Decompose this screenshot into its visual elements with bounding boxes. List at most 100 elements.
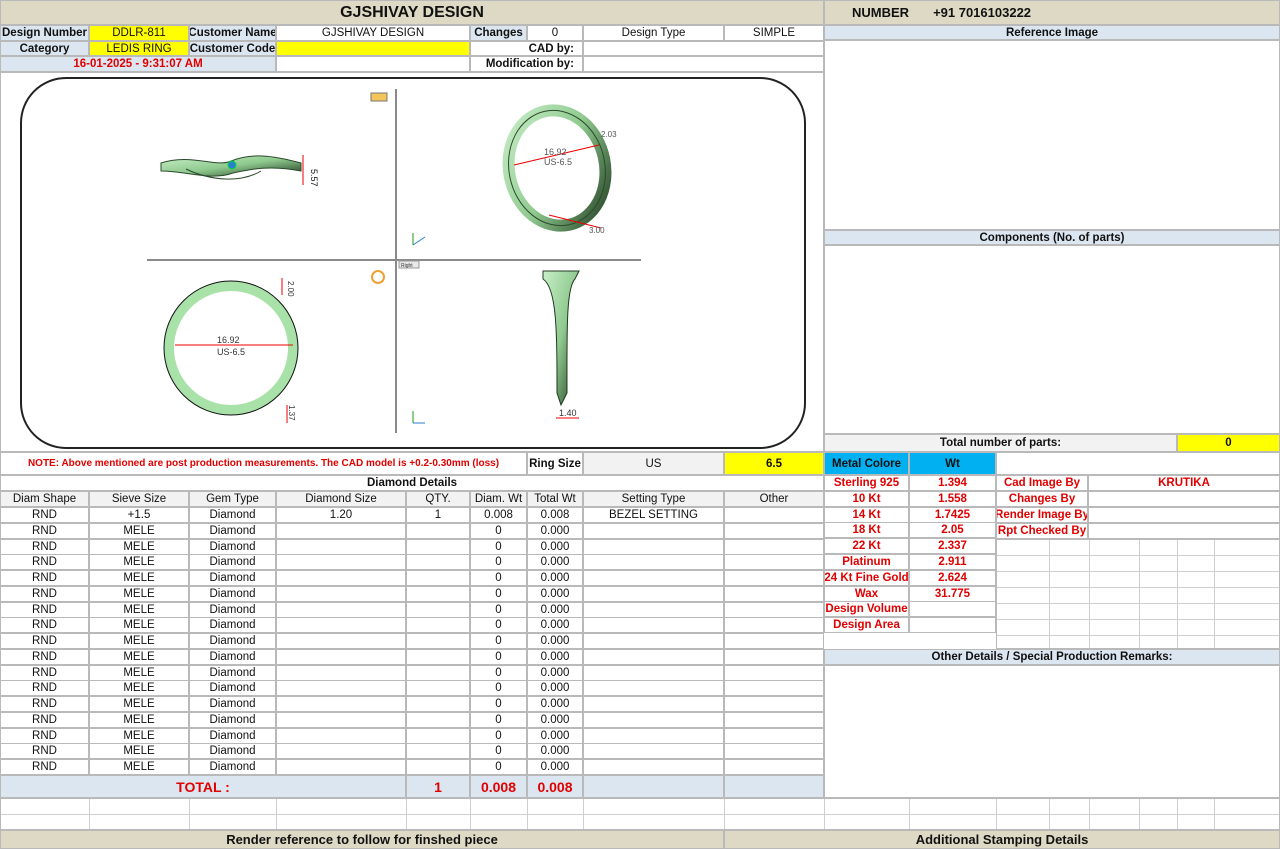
diamond-cell-qty[interactable]	[406, 711, 470, 728]
diamond-cell-sieve-size[interactable]: MELE	[89, 680, 189, 697]
diamond-cell-diam-wt[interactable]: 0	[470, 664, 527, 681]
diamond-cell-diam-wt[interactable]: 0	[470, 680, 527, 697]
diamond-cell-setting-type[interactable]	[583, 759, 724, 775]
diamond-cell-qty[interactable]	[406, 696, 470, 712]
diamond-cell-diam-shape[interactable]: RND	[0, 507, 89, 523]
diamond-cell-setting-type[interactable]	[583, 743, 724, 760]
diamond-cell-gem-type[interactable]: Diamond	[189, 570, 276, 586]
diamond-cell-sieve-size[interactable]: MELE	[89, 633, 189, 649]
diamond-cell-diamond-size[interactable]	[276, 648, 406, 665]
diamond-cell-gem-type[interactable]: Diamond	[189, 507, 276, 523]
diamond-cell-sieve-size[interactable]: MELE	[89, 743, 189, 760]
diamond-cell-other[interactable]	[724, 743, 824, 760]
diamond-cell-diam-shape[interactable]: RND	[0, 601, 89, 618]
diamond-cell-gem-type[interactable]: Diamond	[189, 743, 276, 760]
diamond-cell-other[interactable]	[724, 759, 824, 775]
customer-name-value[interactable]: GJSHIVAY DESIGN	[276, 25, 470, 41]
diamond-cell-diamond-size[interactable]	[276, 554, 406, 571]
metal-weight[interactable]: 2.337	[909, 538, 996, 555]
diamond-cell-diamond-size[interactable]	[276, 633, 406, 649]
diamond-cell-qty[interactable]	[406, 759, 470, 775]
diamond-cell-sieve-size[interactable]: MELE	[89, 538, 189, 555]
diamond-cell-sieve-size[interactable]: MELE	[89, 696, 189, 712]
diamond-cell-diamond-size[interactable]	[276, 696, 406, 712]
metal-weight[interactable]: 1.558	[909, 490, 996, 507]
diamond-cell-other[interactable]	[724, 664, 824, 681]
diamond-cell-diam-wt[interactable]: 0	[470, 648, 527, 665]
diamond-cell-qty[interactable]	[406, 727, 470, 744]
diamond-cell-diamond-size[interactable]	[276, 680, 406, 697]
category-value[interactable]: LEDIS RING	[89, 41, 189, 56]
diamond-cell-other[interactable]	[724, 680, 824, 697]
modification-value[interactable]	[583, 56, 824, 72]
diamond-cell-total-wt[interactable]: 0.000	[527, 601, 583, 618]
diamond-cell-setting-type[interactable]	[583, 664, 724, 681]
diamond-cell-other[interactable]	[724, 648, 824, 665]
diamond-cell-setting-type[interactable]	[583, 522, 724, 539]
diamond-cell-other[interactable]	[724, 554, 824, 571]
diamond-cell-qty[interactable]	[406, 680, 470, 697]
diamond-cell-total-wt[interactable]: 0.000	[527, 664, 583, 681]
diamond-cell-gem-type[interactable]: Diamond	[189, 601, 276, 618]
diamond-cell-setting-type[interactable]	[583, 633, 724, 649]
diamond-cell-diam-wt[interactable]: 0	[470, 743, 527, 760]
diamond-cell-total-wt[interactable]: 0.000	[527, 680, 583, 697]
diamond-cell-sieve-size[interactable]: MELE	[89, 570, 189, 586]
diamond-cell-sieve-size[interactable]: MELE	[89, 648, 189, 665]
diamond-cell-diam-shape[interactable]: RND	[0, 554, 89, 571]
diamond-cell-diam-shape[interactable]: RND	[0, 711, 89, 728]
diamond-cell-diam-wt[interactable]: 0	[470, 554, 527, 571]
diamond-cell-gem-type[interactable]: Diamond	[189, 522, 276, 539]
diamond-cell-gem-type[interactable]: Diamond	[189, 554, 276, 571]
diamond-cell-diamond-size[interactable]	[276, 601, 406, 618]
ring-thumbnail-icon[interactable]	[371, 270, 385, 284]
diamond-cell-diam-wt[interactable]: 0	[470, 585, 527, 602]
customer-code-value[interactable]	[276, 41, 470, 56]
diamond-cell-diam-wt[interactable]: 0	[470, 522, 527, 539]
diamond-cell-gem-type[interactable]: Diamond	[189, 585, 276, 602]
ring-size-system[interactable]: US	[583, 452, 724, 475]
diamond-cell-diam-wt[interactable]: 0	[470, 538, 527, 555]
diamond-cell-sieve-size[interactable]: MELE	[89, 727, 189, 744]
diamond-cell-diam-wt[interactable]: 0	[470, 711, 527, 728]
diamond-cell-setting-type[interactable]	[583, 680, 724, 697]
diamond-cell-diam-wt[interactable]: 0	[470, 696, 527, 712]
diamond-cell-setting-type[interactable]	[583, 648, 724, 665]
diamond-cell-qty[interactable]	[406, 570, 470, 586]
diamond-cell-diamond-size[interactable]	[276, 711, 406, 728]
diamond-cell-total-wt[interactable]: 0.000	[527, 585, 583, 602]
diamond-cell-diam-wt[interactable]: 0	[470, 727, 527, 744]
diamond-cell-qty[interactable]	[406, 664, 470, 681]
render-image-by-value[interactable]	[1088, 507, 1280, 523]
view-cube-icon[interactable]	[370, 92, 388, 102]
diamond-cell-diam-shape[interactable]: RND	[0, 664, 89, 681]
cad-by-value[interactable]	[583, 41, 824, 56]
diamond-cell-other[interactable]	[724, 727, 824, 744]
diamond-cell-qty[interactable]	[406, 538, 470, 555]
metal-weight[interactable]: 2.624	[909, 569, 996, 586]
diamond-cell-gem-type[interactable]: Diamond	[189, 633, 276, 649]
diamond-cell-total-wt[interactable]: 0.000	[527, 727, 583, 744]
diamond-cell-diamond-size[interactable]	[276, 617, 406, 634]
diamond-cell-qty[interactable]	[406, 585, 470, 602]
diamond-cell-other[interactable]	[724, 507, 824, 523]
diamond-cell-sieve-size[interactable]: MELE	[89, 585, 189, 602]
diamond-cell-diam-shape[interactable]: RND	[0, 585, 89, 602]
diamond-cell-diam-shape[interactable]: RND	[0, 759, 89, 775]
diamond-cell-qty[interactable]	[406, 743, 470, 760]
diamond-cell-diamond-size[interactable]	[276, 759, 406, 775]
diamond-cell-other[interactable]	[724, 585, 824, 602]
diamond-cell-diam-shape[interactable]: RND	[0, 696, 89, 712]
diamond-cell-qty[interactable]	[406, 633, 470, 649]
diamond-cell-setting-type[interactable]	[583, 617, 724, 634]
metal-weight[interactable]	[909, 601, 996, 618]
diamond-cell-total-wt[interactable]: 0.000	[527, 538, 583, 555]
metal-weight[interactable]	[909, 617, 996, 634]
diamond-cell-other[interactable]	[724, 696, 824, 712]
diamond-cell-sieve-size[interactable]: MELE	[89, 554, 189, 571]
diamond-cell-diam-shape[interactable]: RND	[0, 617, 89, 634]
diamond-cell-total-wt[interactable]: 0.000	[527, 617, 583, 634]
diamond-cell-diam-wt[interactable]: 0	[470, 759, 527, 775]
diamond-cell-total-wt[interactable]: 0.000	[527, 696, 583, 712]
diamond-cell-gem-type[interactable]: Diamond	[189, 617, 276, 634]
